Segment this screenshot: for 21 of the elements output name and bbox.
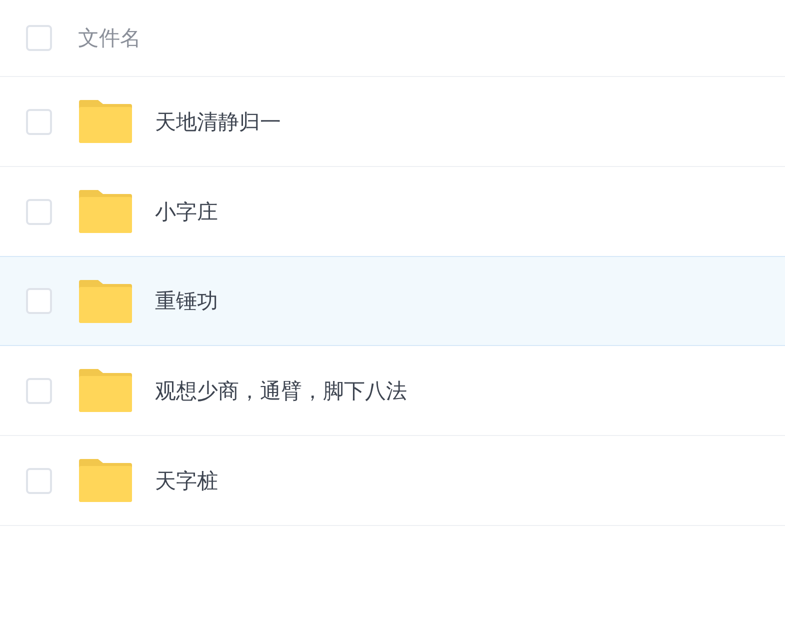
column-header: 文件名	[78, 25, 141, 52]
checkbox[interactable]	[26, 108, 52, 134]
checkbox[interactable]	[26, 468, 52, 494]
file-name: 天字桩	[155, 468, 218, 494]
file-row[interactable]: 天字桩	[0, 436, 785, 526]
folder-icon	[79, 100, 132, 143]
file-name: 小字庄	[155, 198, 218, 226]
checkbox[interactable]	[26, 288, 52, 314]
folder-icon	[79, 369, 132, 412]
file-row[interactable]: 观想少商，通臂，脚下八法	[0, 346, 785, 436]
file-name: 重锤功	[155, 288, 218, 315]
file-row[interactable]: 重锤功	[0, 256, 785, 346]
folder-icon	[79, 280, 132, 322]
checkbox[interactable]	[26, 25, 52, 51]
checkbox[interactable]	[26, 198, 52, 224]
checkbox[interactable]	[26, 378, 52, 404]
folder-icon	[79, 190, 132, 233]
folder-icon	[79, 459, 132, 502]
file-name: 天地清静归一	[155, 108, 281, 136]
file-name: 观想少商，通臂，脚下八法	[155, 378, 407, 404]
file-row[interactable]: 天地清静归一	[0, 77, 785, 167]
